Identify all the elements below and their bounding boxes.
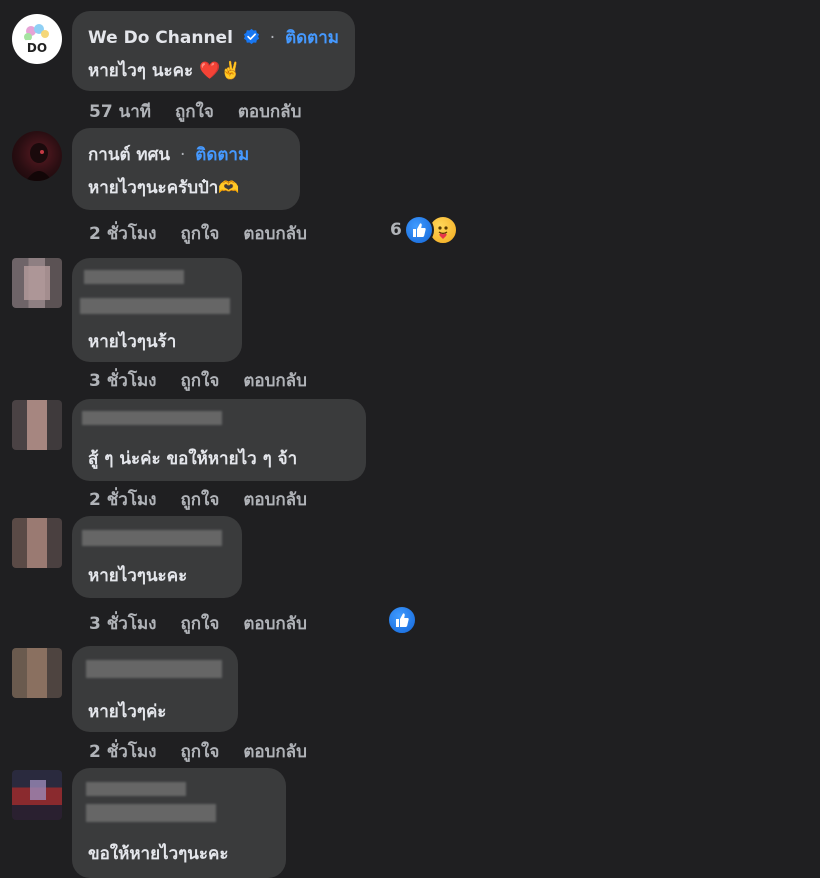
comment-text: หายไวๆนร้า [88,332,177,352]
like-button[interactable]: ถูกใจ [180,490,219,510]
avatar[interactable] [12,518,62,568]
blurred-author-name [80,298,230,314]
avatar[interactable] [12,648,62,698]
comment-timestamp[interactable]: 3 ชั่วโมง [89,614,156,634]
like-button[interactable]: ถูกใจ [180,371,219,391]
comment-bubble: หายไวๆนร้า [72,258,242,362]
like-button[interactable]: ถูกใจ [180,742,219,762]
comment-actions: 2 ชั่วโมง ถูกใจ ตอบกลับ [89,486,307,513]
comment-bubble: หายไวๆนะคะ [72,516,242,598]
blurred-author-name [86,804,216,822]
separator-dot: · [179,145,186,165]
avatar[interactable] [12,770,62,820]
comment-actions: 3 ชั่วโมง ถูกใจ ตอบกลับ [89,610,307,637]
blurred-author-name [86,782,186,796]
follow-link[interactable]: ติดตาม [285,28,339,48]
reply-button[interactable]: ตอบกลับ [243,490,307,510]
comment-timestamp[interactable]: 3 ชั่วโมง [89,371,156,391]
avatar-photo [26,143,52,181]
we-do-logo-icon: DO [24,24,50,55]
comment-author-row: กานต์ ทศน · ติดตาม [88,141,249,168]
reply-button[interactable]: ตอบกลับ [243,614,307,634]
blurred-author-name [82,530,222,546]
reaction-count[interactable]: 6 [390,220,402,240]
comment-actions: 2 ชั่วโมง ถูกใจ ตอบกลับ [89,220,307,247]
blurred-author-name [82,411,222,425]
comment-timestamp[interactable]: 2 ชั่วโมง [89,224,156,244]
comment-actions: 2 ชั่วโมง ถูกใจ ตอบกลับ [89,738,307,765]
avatar[interactable] [12,258,62,308]
comment-text: หายไวๆค่ะ [88,702,167,722]
separator-dot: · [269,28,276,48]
comment-text: หายไวๆนะคะ [88,566,188,586]
comment-author-name[interactable]: We Do Channel [88,28,233,48]
comment-text: ขอให้หายไวๆนะคะ [88,844,229,864]
like-reaction-icon[interactable] [404,215,434,245]
svg-text:DO: DO [27,41,47,55]
comment-actions: 3 ชั่วโมง ถูกใจ ตอบกลับ [89,367,307,394]
comment-bubble: ขอให้หายไวๆนะคะ [72,768,286,878]
reply-button[interactable]: ตอบกลับ [243,371,307,391]
avatar[interactable]: DO [12,14,62,64]
comment-bubble: กานต์ ทศน · ติดตาม หายไวๆนะครับป๋า🫶 [72,128,300,210]
comment-author-row: We Do Channel · ติดตาม [88,24,339,51]
comment-bubble: สู้ ๆ น่ะค่ะ ขอให้หายไว ๆ จ้า [72,399,366,481]
reply-button[interactable]: ตอบกลับ [243,224,307,244]
comment-timestamp[interactable]: 2 ชั่วโมง [89,742,156,762]
avatar[interactable] [12,400,62,450]
comment-timestamp[interactable]: 57 นาที [89,102,151,122]
comment-bubble: We Do Channel · ติดตาม หายไวๆ นะคะ ❤️✌️ [72,11,355,91]
comment-timestamp[interactable]: 2 ชั่วโมง [89,490,156,510]
follow-link[interactable]: ติดตาม [195,145,249,165]
blurred-author-name [86,660,222,678]
comment-text: หายไวๆนะครับป๋า🫶 [88,178,240,198]
comment-author-name[interactable]: กานต์ ทศน [88,145,170,165]
comment-text: หายไวๆ นะคะ ❤️✌️ [88,61,242,81]
like-reaction-icon[interactable] [387,605,417,635]
like-button[interactable]: ถูกใจ [175,102,214,122]
reply-button[interactable]: ตอบกลับ [243,742,307,762]
like-button[interactable]: ถูกใจ [180,614,219,634]
verified-badge-icon [243,28,260,50]
avatar[interactable] [12,131,62,181]
comment-actions: 57 นาที ถูกใจ ตอบกลับ [89,98,301,125]
reply-button[interactable]: ตอบกลับ [238,102,302,122]
like-button[interactable]: ถูกใจ [180,224,219,244]
comment-text: สู้ ๆ น่ะค่ะ ขอให้หายไว ๆ จ้า [88,449,298,469]
comment-bubble: หายไวๆค่ะ [72,646,238,732]
blurred-author-name [84,270,184,284]
